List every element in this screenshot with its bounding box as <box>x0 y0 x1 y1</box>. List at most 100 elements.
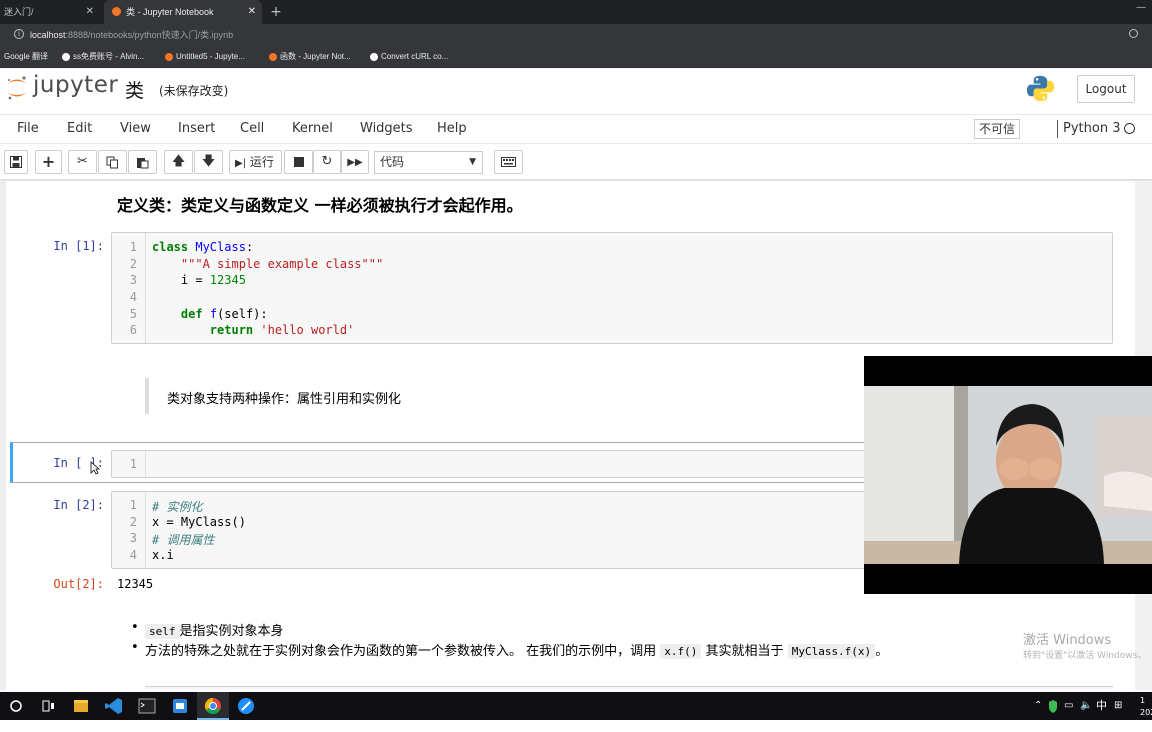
cut-button[interactable]: ✂ <box>68 150 97 174</box>
network-icon[interactable]: ▭ <box>1064 692 1073 720</box>
trust-notebook-button[interactable]: 不可信 <box>974 119 1020 139</box>
copy-button[interactable] <box>98 150 127 174</box>
save-status: (未保存改变) <box>159 84 229 98</box>
input-method-indicator[interactable]: 中 <box>1096 692 1107 720</box>
tray-chevron-icon[interactable]: ⌃ <box>1034 692 1042 720</box>
jupyter-favicon-icon <box>112 7 121 16</box>
file-explorer-button[interactable] <box>65 692 97 720</box>
url-text[interactable]: localhost:8888/notebooks/python快速入门/类.ip… <box>30 24 233 46</box>
line-number: 4 <box>129 548 137 562</box>
list-item-text: 。 <box>875 644 889 659</box>
inline-code: MyClass.f(x) <box>787 644 876 659</box>
paste-button[interactable] <box>128 150 157 174</box>
terminal-icon <box>138 698 156 714</box>
site-info-icon[interactable]: i <box>14 29 24 39</box>
globe-icon <box>62 52 70 61</box>
new-tab-button[interactable]: + <box>268 0 284 24</box>
run-cell-button[interactable]: ▶| 运行 <box>229 150 282 174</box>
list-item-text: 是指实例对象本身 <box>179 624 284 639</box>
menu-view[interactable]: View <box>120 114 151 144</box>
folder-icon <box>74 700 88 712</box>
shield-icon[interactable] <box>1048 692 1058 720</box>
line-number: 5 <box>129 307 137 321</box>
move-cell-down-button[interactable]: 🡇 <box>194 150 223 174</box>
step-forward-icon: ▶| <box>235 158 247 169</box>
line-number: 1 <box>129 498 137 512</box>
line-number: 4 <box>129 290 137 304</box>
line-number: 2 <box>129 257 137 271</box>
code-line: return 'hello world' <box>209 323 355 337</box>
menu-cell[interactable]: Cell <box>240 114 264 144</box>
ime-icon[interactable]: ⊞ <box>1114 692 1122 720</box>
kernel-idle-indicator-icon <box>1124 123 1135 134</box>
jupyter-logo-icon[interactable] <box>6 74 28 102</box>
code-line: def f(self): <box>180 307 268 321</box>
code-line: # 实例化 <box>152 500 203 514</box>
python-logo-icon <box>1026 75 1055 102</box>
vscode-icon <box>105 698 122 714</box>
tab-title: 迷入门/ <box>4 7 34 17</box>
bookmark-untitled5[interactable]: Untitled5 - Jupyte... <box>165 46 245 68</box>
jupyter-wordmark[interactable]: jupyter <box>33 72 118 98</box>
menu-edit[interactable]: Edit <box>67 114 92 144</box>
chrome-button[interactable] <box>197 692 229 720</box>
cortana-icon <box>10 700 22 712</box>
browser-tab-active[interactable]: 类 - Jupyter Notebook ✕ <box>104 0 262 24</box>
minimize-window-icon[interactable]: — <box>1136 2 1146 13</box>
move-cell-up-button[interactable]: 🡅 <box>164 150 193 174</box>
shield-icon-svg <box>1049 700 1057 713</box>
code-line: x.i <box>152 548 174 562</box>
close-tab-icon[interactable]: ✕ <box>248 0 256 24</box>
kernel-name[interactable]: Python 3 <box>1063 114 1120 144</box>
run-label: 运行 <box>249 155 274 169</box>
arrow-down-icon: 🡇 <box>201 154 216 169</box>
browser-tab[interactable]: 迷入门/ ✕ <box>0 0 100 24</box>
line-number: 3 <box>129 273 137 287</box>
line-number: 3 <box>129 531 137 545</box>
bookmark-google-translate[interactable]: Google 翻译 <box>4 46 48 68</box>
bookmark-convert-curl[interactable]: Convert cURL co... <box>370 46 448 68</box>
output-prompt: Out[2]: <box>53 577 104 591</box>
arrow-up-icon: 🡅 <box>171 154 186 169</box>
bookmark-functions[interactable]: 函数 - Jupyter Not... <box>269 46 351 68</box>
menu-kernel[interactable]: Kernel <box>292 114 333 144</box>
command-palette-button[interactable] <box>494 150 523 174</box>
feather-app-button[interactable] <box>230 692 262 720</box>
interrupt-kernel-button[interactable] <box>284 150 313 174</box>
activation-watermark-title: 激活 Windows <box>1023 633 1112 648</box>
start-button[interactable] <box>0 692 32 720</box>
vscode-button[interactable] <box>98 692 130 720</box>
menu-file[interactable]: File <box>17 114 39 144</box>
cell-type-select[interactable]: 代码 ▼ <box>374 151 483 174</box>
menu-help[interactable]: Help <box>437 114 467 144</box>
volume-icon[interactable]: 🔈 <box>1080 692 1092 720</box>
code-line: i = 12345 <box>152 273 246 287</box>
logout-button[interactable]: Logout <box>1077 75 1135 103</box>
restart-kernel-button[interactable]: ↻ <box>313 150 341 174</box>
task-view-icon <box>42 700 54 712</box>
chrome-icon <box>204 697 221 715</box>
app-button[interactable] <box>164 692 196 720</box>
insert-cell-button[interactable]: + <box>35 150 62 174</box>
task-view-button[interactable] <box>32 692 64 720</box>
close-tab-icon[interactable]: ✕ <box>86 0 94 24</box>
fast-forward-icon: ▶▶ <box>347 157 363 168</box>
notebook-name[interactable]: 类 <box>125 76 144 103</box>
clock[interactable]: 1202 <box>1140 695 1152 723</box>
keyboard-icon <box>501 157 516 167</box>
input-prompt: In [1]: <box>53 239 104 253</box>
zoom-icon[interactable] <box>1129 29 1138 38</box>
save-button[interactable] <box>4 150 28 174</box>
markdown-text: 类对象支持两种操作：属性引用和实例化 <box>167 392 402 407</box>
menu-insert[interactable]: Insert <box>178 114 215 144</box>
terminal-button[interactable] <box>131 692 163 720</box>
menu-widgets[interactable]: Widgets <box>360 114 413 144</box>
restart-run-all-button[interactable]: ▶▶ <box>341 150 369 174</box>
kernel-separator <box>1057 120 1058 138</box>
scissors-icon: ✂ <box>77 154 88 169</box>
bookmark-ss[interactable]: ss免费账号 - Alvin... <box>62 46 144 68</box>
tab-title: 类 - Jupyter Notebook <box>126 7 214 17</box>
list-item-text: 方法的特殊之处就在于实例对象会作为函数的第一个参数被传入。 在我们的示例中，调用 <box>145 644 657 659</box>
webcam-video <box>864 386 1152 564</box>
list-item-text: 其实就相当于 <box>705 644 784 659</box>
